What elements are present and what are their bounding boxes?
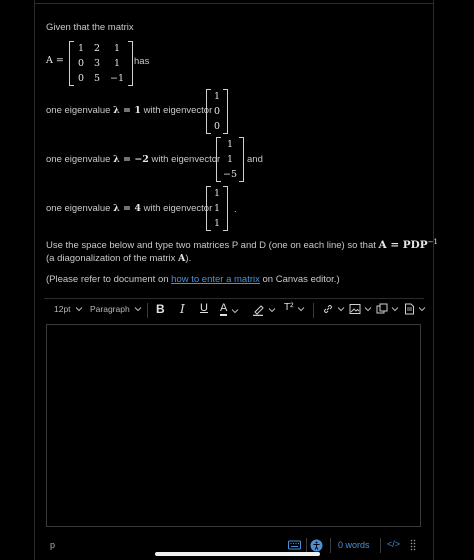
eigen3-period: . xyxy=(234,204,237,215)
text-color-button[interactable]: A xyxy=(220,302,239,316)
font-size-value: 12pt xyxy=(54,304,71,314)
eigenvector-2-cell: −5 xyxy=(222,169,237,180)
matrix-a-cell: 3 xyxy=(93,58,101,69)
eigen2-lambda: λ = −2 xyxy=(113,154,149,165)
image-icon xyxy=(349,304,361,314)
chevron-down-icon xyxy=(268,307,276,312)
eigenvector-3-cell: 1 xyxy=(213,203,221,214)
eigen3-lambda: λ = 4 xyxy=(113,203,141,214)
eigen2-prefix: one eigenvalue xyxy=(46,154,111,165)
eigen3-prefix: one eigenvalue xyxy=(46,203,111,214)
accessibility-icon[interactable] xyxy=(310,539,323,552)
image-button[interactable] xyxy=(349,303,372,315)
italic-button[interactable]: I xyxy=(180,302,185,316)
font-size-dropdown[interactable]: 12pt xyxy=(54,304,83,314)
matrix-a-cell: 1 xyxy=(113,43,121,54)
refer-line: (Please refer to document on how to ente… xyxy=(46,274,340,285)
eigen1-suffix: with eigenvector xyxy=(143,105,213,116)
superscript-button[interactable]: T² xyxy=(284,302,305,313)
html-editor-toggle[interactable]: </> xyxy=(387,539,400,549)
eigenvector-1: 1 0 0 xyxy=(206,89,228,134)
eigenvector-3: 1 1 1 xyxy=(206,186,228,231)
eigenvector-3-cell: 1 xyxy=(213,188,221,199)
eigen3-line: one eigenvalue λ = 4 with eigenvector xyxy=(46,203,212,214)
matrix-has-text: has xyxy=(134,56,150,67)
instruction-text: Use the space below and type two matrice… xyxy=(46,240,376,252)
eigenvector-3-cell: 1 xyxy=(213,218,221,229)
how-to-enter-matrix-link[interactable]: how to enter a matrix xyxy=(171,274,260,285)
superscript-icon: T² xyxy=(284,302,294,313)
eigenvector-2-cell: 1 xyxy=(226,139,234,150)
eigen1-line: one eigenvalue λ = 1 with eigenvector xyxy=(46,105,212,116)
matrix-a-cell: 1 xyxy=(113,58,121,69)
bold-button[interactable]: B xyxy=(156,302,165,316)
document-icon xyxy=(405,303,414,315)
resize-handle-icon[interactable] xyxy=(410,539,416,551)
chevron-down-icon xyxy=(298,306,305,311)
matrix-a-cell: 2 xyxy=(93,43,101,54)
chevron-down-icon xyxy=(231,308,239,313)
chevron-down-icon xyxy=(337,307,345,312)
status-separator xyxy=(306,538,307,553)
eigen2-line: one eigenvalue λ = −2 with eigenvector xyxy=(46,154,220,165)
eigenvector-1-cell: 1 xyxy=(213,91,221,102)
document-button[interactable] xyxy=(404,303,426,315)
chevron-down-icon xyxy=(364,307,372,312)
matrix-a-cell: 1 xyxy=(77,43,85,54)
chevron-down-icon xyxy=(391,307,399,312)
instruction-line-1: Use the space below and type two matrice… xyxy=(46,238,438,251)
refer-text-a: (Please refer to document on xyxy=(46,274,169,285)
instruction-equation: A = PDP xyxy=(378,239,428,252)
media-button[interactable] xyxy=(376,303,399,315)
media-icon xyxy=(376,303,388,314)
underline-button[interactable]: U xyxy=(200,302,208,314)
highlighter-icon xyxy=(253,305,264,316)
eigen1-prefix: one eigenvalue xyxy=(46,105,111,116)
editor-toolbar: 12pt Paragraph B I U A T² xyxy=(44,300,426,322)
link-icon xyxy=(324,305,332,313)
home-indicator[interactable] xyxy=(155,552,320,556)
instruction-text-2c: ). xyxy=(185,253,192,264)
chevron-down-icon xyxy=(75,307,82,312)
status-separator xyxy=(380,538,381,553)
chevron-down-icon xyxy=(134,307,142,312)
eigen2-suffix: with eigenvector xyxy=(151,154,221,165)
status-separator xyxy=(330,538,331,553)
toolbar-divider xyxy=(44,298,424,299)
link-button[interactable] xyxy=(322,303,345,315)
refer-text-b: on Canvas editor.) xyxy=(262,274,340,285)
eigen2-and: and xyxy=(247,154,263,165)
keyboard-icon[interactable] xyxy=(288,539,301,551)
matrix-a-cell: 0 xyxy=(77,58,85,69)
answer-editor[interactable] xyxy=(46,324,421,527)
eigen3-suffix: with eigenvector xyxy=(143,203,213,214)
matrix-a-cell: −1 xyxy=(109,73,124,84)
instruction-superscript: −1 xyxy=(427,238,438,246)
instruction-line-2: (a diagonalization of the matrix A). xyxy=(46,253,191,264)
highlight-color-button[interactable] xyxy=(252,303,276,316)
eigenvector-1-cell: 0 xyxy=(213,106,221,117)
matrix-a-cell: 5 xyxy=(93,73,101,84)
word-count[interactable]: 0 words xyxy=(338,540,370,550)
chevron-down-icon xyxy=(418,307,426,312)
eigenvector-2-cell: 1 xyxy=(226,154,234,165)
paragraph-value: Paragraph xyxy=(90,304,130,314)
matrix-a-cell: 0 xyxy=(77,73,85,84)
toolbar-separator xyxy=(313,303,314,318)
text-color-icon: A xyxy=(220,302,228,316)
eigenvector-1-cell: 0 xyxy=(213,121,221,132)
matrix-label: A = xyxy=(46,55,64,66)
eigenvector-2: 1 1 −5 xyxy=(216,137,244,182)
paragraph-dropdown[interactable]: Paragraph xyxy=(90,304,142,314)
element-path[interactable]: p xyxy=(50,540,55,550)
eigen1-lambda: λ = 1 xyxy=(113,105,141,116)
toolbar-separator xyxy=(147,303,148,318)
question-intro: Given that the matrix xyxy=(46,22,134,33)
matrix-a: 1 2 1 0 3 1 0 5 −1 xyxy=(69,41,133,86)
instruction-text-2a: (a diagonalization of the matrix xyxy=(46,253,176,264)
